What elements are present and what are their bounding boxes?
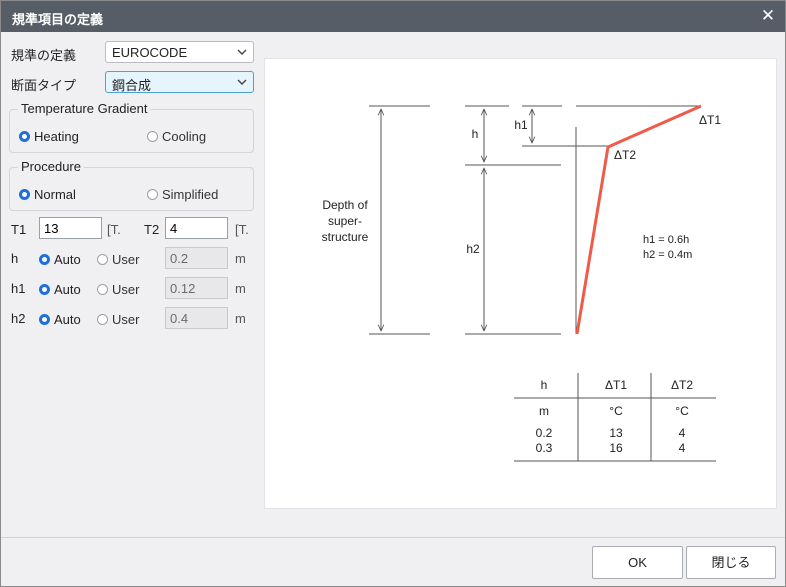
t2-unit: [T.: [235, 222, 249, 237]
table-header-h: h: [541, 378, 548, 392]
simplified-radio[interactable]: Simplified: [147, 186, 218, 202]
chevron-down-icon: [237, 49, 247, 55]
depth-label-line-3: structure: [322, 230, 369, 244]
standard-select[interactable]: EUROCODE: [105, 41, 254, 63]
radio-unselected-icon: [147, 188, 158, 200]
h-auto-label: Auto: [54, 251, 81, 267]
h-user-label: User: [112, 251, 140, 267]
dialog-window: 規準項目の定義 ✕ 規準の定義 EUROCODE 断面タイプ 鋼合成 Tempe…: [0, 0, 786, 587]
section-type-label: 断面タイプ: [11, 78, 77, 93]
standard-label: 規準の定義: [11, 48, 77, 63]
h1-value-input[interactable]: [165, 277, 228, 299]
h2-user-label: User: [112, 311, 140, 327]
t1-input[interactable]: [39, 217, 102, 239]
h-unit: m: [235, 251, 246, 266]
cooling-radio[interactable]: Cooling: [147, 128, 206, 144]
section-type-select[interactable]: 鋼合成: [105, 71, 254, 93]
h1-dim-label: h1: [514, 118, 528, 132]
close-icon[interactable]: ✕: [759, 7, 777, 25]
section-type-select-value: 鋼合成: [112, 78, 152, 93]
radio-selected-icon: [39, 313, 50, 325]
table-header-dt1: ΔT1: [605, 378, 627, 392]
cooling-radio-label: Cooling: [162, 128, 207, 144]
radio-selected-icon: [39, 253, 50, 265]
window-title: 規準項目の定義: [12, 12, 104, 27]
h-auto-radio[interactable]: Auto: [39, 251, 81, 267]
table-cell: 0.3: [536, 441, 553, 455]
h2-value-input[interactable]: [165, 307, 228, 329]
h-user-radio[interactable]: User: [97, 251, 139, 267]
h-value-input[interactable]: [165, 247, 228, 269]
dt2-label: ΔT2: [614, 148, 636, 162]
diagram-panel: Depth of super- structure h h2 h1 ΔT1 ΔT…: [264, 58, 777, 509]
procedure-title: Procedure: [18, 159, 84, 174]
temperature-gradient-title: Temperature Gradient: [18, 101, 151, 116]
temperature-profile-diagram: Depth of super- structure h h2 h1 ΔT1 ΔT…: [322, 104, 721, 462]
h1-auto-label: Auto: [54, 281, 81, 297]
depth-label-line-1: Depth of: [322, 198, 368, 212]
h2-unit: m: [235, 311, 246, 326]
h-label: h: [11, 251, 19, 266]
h1-unit: m: [235, 281, 246, 296]
depth-label-line-2: super-: [328, 214, 362, 228]
table-unit-dt2: °C: [675, 404, 689, 418]
normal-radio-label: Normal: [34, 186, 76, 202]
title-bar: 規準項目の定義 ✕: [1, 1, 785, 32]
t2-label: T2: [144, 222, 160, 237]
close-button[interactable]: 閉じる: [686, 546, 776, 579]
radio-unselected-icon: [97, 313, 108, 325]
chevron-down-icon: [237, 79, 247, 85]
h2-label: h2: [11, 311, 26, 326]
radio-selected-icon: [39, 283, 50, 295]
h1-user-label: User: [112, 281, 140, 297]
temperature-profile-line: [575, 104, 702, 335]
table-unit-h: m: [539, 404, 549, 418]
table-cell: 0.2: [536, 426, 553, 440]
t1-unit: [T.: [107, 222, 121, 237]
h1-user-radio[interactable]: User: [97, 281, 139, 297]
radio-selected-icon: [19, 130, 30, 142]
radio-unselected-icon: [147, 130, 158, 142]
simplified-radio-label: Simplified: [162, 186, 219, 202]
ok-button[interactable]: OK: [592, 546, 683, 579]
heating-radio-label: Heating: [34, 128, 79, 144]
table-unit-dt1: °C: [609, 404, 623, 418]
table-cell: 13: [609, 426, 623, 440]
h2-auto-radio[interactable]: Auto: [39, 311, 81, 327]
radio-unselected-icon: [97, 253, 108, 265]
standard-select-value: EUROCODE: [112, 45, 188, 60]
footer-divider: [1, 537, 785, 538]
h1-auto-radio[interactable]: Auto: [39, 281, 81, 297]
normal-radio[interactable]: Normal: [19, 186, 76, 202]
formula-h1: h1 = 0.6h: [643, 234, 689, 246]
h1-label: h1: [11, 281, 26, 296]
formula-h2: h2 = 0.4m: [643, 249, 692, 261]
table-cell: 16: [609, 441, 623, 455]
t2-input[interactable]: [165, 217, 228, 239]
table-cell: 4: [679, 426, 686, 440]
radio-unselected-icon: [97, 283, 108, 295]
table-header-dt2: ΔT2: [671, 378, 693, 392]
radio-selected-icon: [19, 188, 30, 200]
t1-label: T1: [11, 222, 27, 237]
heating-radio[interactable]: Heating: [19, 128, 79, 144]
dt1-label: ΔT1: [699, 113, 721, 127]
h-dim-label: h: [472, 127, 479, 141]
h2-auto-label: Auto: [54, 311, 81, 327]
h2-user-radio[interactable]: User: [97, 311, 139, 327]
h2-dim-label: h2: [466, 242, 480, 256]
table-cell: 4: [679, 441, 686, 455]
